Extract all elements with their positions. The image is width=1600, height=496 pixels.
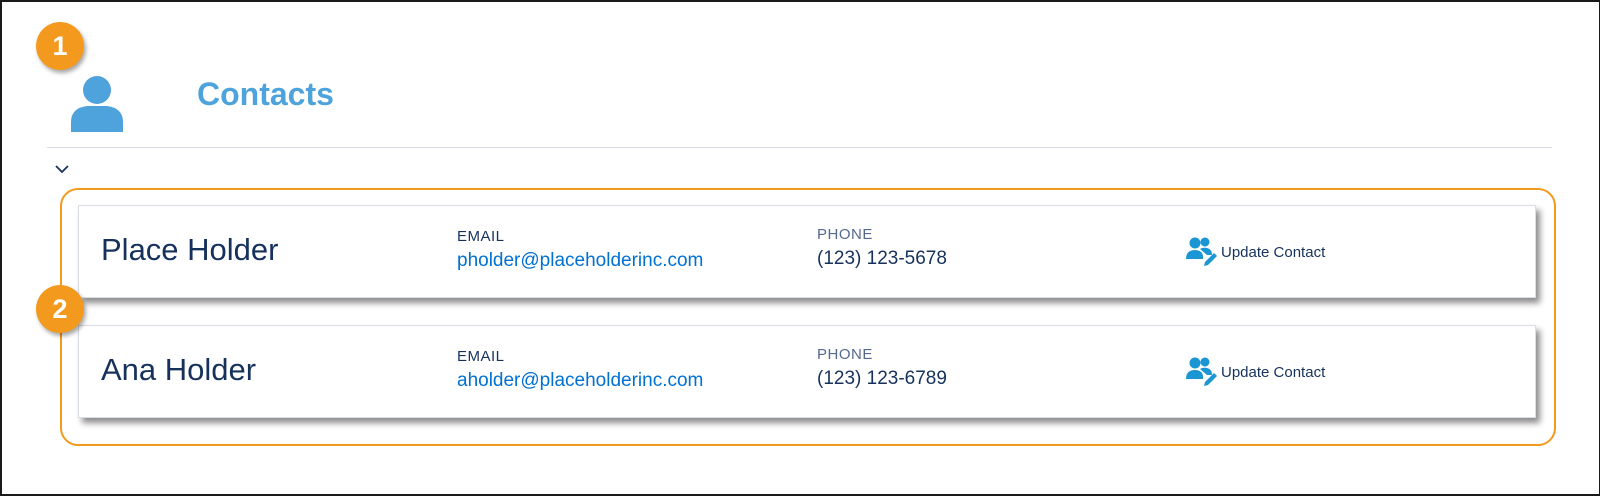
screenshot-frame: Contacts Place Holder EMAIL pholder@plac… xyxy=(0,0,1600,496)
update-contact-label: Update Contact xyxy=(1221,363,1326,381)
phone-label: PHONE xyxy=(817,346,873,363)
contact-name: Place Holder xyxy=(101,232,279,267)
phone-label: PHONE xyxy=(817,226,873,243)
update-contact-icon xyxy=(1186,357,1217,386)
email-link[interactable]: pholder@placeholderinc.com xyxy=(457,250,703,272)
email-label: EMAIL xyxy=(457,348,505,365)
chevron-down-icon[interactable] xyxy=(52,160,72,180)
contact-card: Ana Holder EMAIL aholder@placeholderinc.… xyxy=(78,325,1536,418)
update-contact-label: Update Contact xyxy=(1221,243,1326,261)
contact-card: Place Holder EMAIL pholder@placeholderin… xyxy=(78,205,1536,298)
callout-badge-2: 2 xyxy=(36,285,84,333)
contact-icon xyxy=(71,76,123,132)
phone-value: (123) 123-6789 xyxy=(817,368,947,389)
update-contact-button[interactable]: Update Contact xyxy=(1185,234,1325,270)
callout-badge-1: 1 xyxy=(36,22,84,70)
page-title: Contacts xyxy=(197,76,334,112)
contact-name: Ana Holder xyxy=(101,352,257,387)
update-contact-button[interactable]: Update Contact xyxy=(1185,354,1325,390)
update-contact-icon xyxy=(1186,237,1217,266)
email-link[interactable]: aholder@placeholderinc.com xyxy=(457,370,703,392)
email-label: EMAIL xyxy=(457,228,505,245)
contacts-header: Contacts xyxy=(47,62,1552,148)
phone-value: (123) 123-5678 xyxy=(817,248,947,269)
